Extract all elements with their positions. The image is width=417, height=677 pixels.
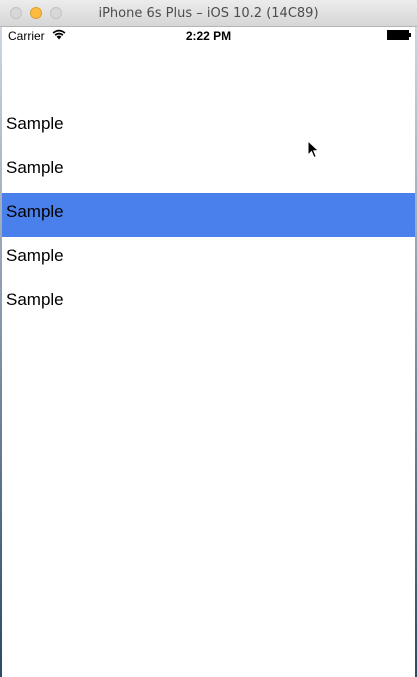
status-bar: Carrier 2:22 PM bbox=[2, 27, 415, 45]
window-titlebar[interactable]: iPhone 6s Plus – iOS 10.2 (14C89) bbox=[0, 0, 417, 27]
table-row-label: Sample bbox=[6, 202, 64, 221]
table-view[interactable]: Sample Sample Sample Sample Sample bbox=[2, 105, 415, 325]
table-row[interactable]: Sample bbox=[2, 237, 415, 281]
table-row-selected[interactable]: Sample bbox=[2, 193, 415, 237]
table-row[interactable]: Sample bbox=[2, 105, 415, 149]
table-row[interactable]: Sample bbox=[2, 149, 415, 193]
battery-icon bbox=[387, 30, 411, 40]
table-row-label: Sample bbox=[6, 158, 64, 177]
simulator-window: iPhone 6s Plus – iOS 10.2 (14C89) Carrie… bbox=[0, 0, 417, 677]
status-time: 2:22 PM bbox=[185, 29, 232, 43]
table-row[interactable]: Sample bbox=[2, 281, 415, 325]
window-title: iPhone 6s Plus – iOS 10.2 (14C89) bbox=[98, 6, 319, 21]
table-row-label: Sample bbox=[6, 246, 64, 265]
arrow-cursor-icon bbox=[307, 140, 320, 159]
device-screen: Carrier 2:22 PM Sample Sample Sample Sample… bbox=[2, 27, 415, 677]
table-row-label: Sample bbox=[6, 290, 64, 309]
table-row-label: Sample bbox=[6, 114, 64, 133]
